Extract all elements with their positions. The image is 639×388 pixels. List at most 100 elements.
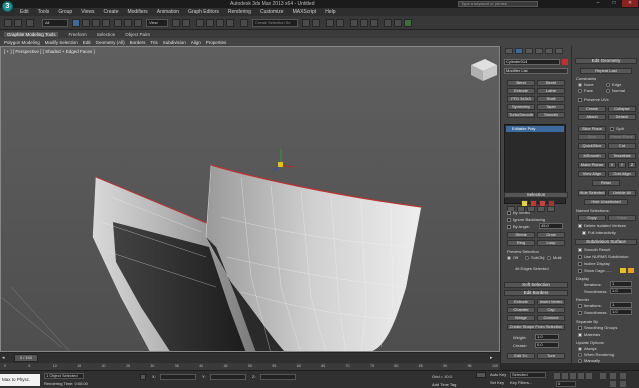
panel-align[interactable]: Align — [191, 40, 201, 45]
update-manually-radio[interactable] — [578, 359, 582, 363]
tab-selection[interactable]: Selection — [97, 32, 116, 37]
constraint-normal-radio[interactable] — [606, 89, 610, 93]
display-iterations-spinner[interactable]: 1 — [610, 281, 632, 287]
edit-geometry-rollout-header[interactable]: Edit Geometry — [575, 58, 637, 64]
schematic-view-icon[interactable] — [360, 19, 368, 27]
modifier-extrude-button[interactable]: Extrude — [507, 88, 535, 94]
copy-button[interactable]: Copy — [578, 215, 606, 221]
modifier-taper-button[interactable]: Taper — [537, 104, 565, 110]
current-frame-field[interactable]: 0 — [556, 381, 576, 387]
preview-off-radio[interactable] — [507, 256, 511, 260]
lock-selection-icon[interactable] — [140, 374, 146, 380]
maximize-button[interactable]: □ — [606, 0, 622, 7]
vertex-subobject-icon[interactable] — [521, 200, 528, 207]
tab-object-paint[interactable]: Object Paint — [125, 32, 150, 37]
tab-graphite-modeling-tools[interactable]: Graphite Modeling Tools — [4, 31, 59, 37]
smoothing-groups-checkbox[interactable] — [578, 326, 582, 330]
planar-y-button[interactable]: Y — [618, 162, 626, 168]
select-object-icon[interactable] — [72, 19, 80, 27]
panel-edit[interactable]: Edit — [83, 40, 91, 45]
x-coord-field[interactable] — [160, 374, 196, 380]
play-icon[interactable] — [570, 373, 576, 379]
rendered-frame-icon[interactable] — [394, 19, 402, 27]
previous-frame-icon[interactable] — [562, 373, 568, 379]
next-frame-icon[interactable] — [578, 373, 584, 379]
set-key-button[interactable]: Set Key — [490, 380, 504, 385]
quickslice-button[interactable]: QuickSlice — [578, 143, 606, 149]
menu-help[interactable]: Help — [325, 9, 335, 15]
constraint-edge-radio[interactable] — [606, 83, 610, 87]
undo-icon[interactable] — [4, 19, 12, 27]
unhide-all-button[interactable]: Unhide All — [608, 190, 636, 196]
panel-geometry-all[interactable]: Geometry (All) — [96, 40, 125, 45]
edge-subobject-icon[interactable] — [530, 200, 537, 207]
key-icon[interactable] — [476, 372, 486, 378]
render-setup-icon[interactable] — [384, 19, 392, 27]
scale-icon[interactable] — [134, 19, 142, 27]
paste-button[interactable]: Paste — [608, 215, 636, 221]
object-name-field[interactable]: Cylinder014 — [504, 59, 560, 65]
hide-unselected-button[interactable]: Hide Unselected — [584, 199, 628, 205]
go-to-start-icon[interactable] — [554, 373, 560, 379]
edit-tri-button[interactable]: Edit Tri. — [507, 353, 535, 359]
by-vertex-checkbox[interactable] — [507, 211, 511, 215]
render-iterations-checkbox[interactable] — [578, 304, 582, 308]
menu-group[interactable]: Group — [58, 9, 72, 15]
graphite-toggle-icon[interactable] — [336, 19, 344, 27]
percent-snap-icon[interactable] — [216, 19, 224, 27]
detach-button[interactable]: Detach — [608, 114, 636, 120]
cut-button[interactable]: Cut — [608, 143, 636, 149]
pan-icon[interactable] — [610, 373, 616, 379]
utilities-tab-icon[interactable] — [555, 48, 563, 54]
maximize-viewport-icon[interactable] — [620, 381, 626, 387]
make-planar-button[interactable]: Make Planar — [578, 162, 606, 168]
stack-item-editable-poly[interactable]: Editable Poly — [506, 126, 564, 132]
y-coord-field[interactable] — [210, 374, 246, 380]
create-shape-from-selection-button[interactable]: Create Shape From Selection — [507, 324, 565, 330]
perspective-viewport[interactable]: [ + ] [ Perspective ] [ Shaded + Edged F… — [0, 46, 500, 352]
constraint-none-radio[interactable] — [578, 83, 582, 87]
auto-key-button[interactable]: Auto Key — [490, 372, 506, 377]
weight-spinner[interactable]: 1.0 — [535, 334, 559, 340]
border-subobject-icon[interactable] — [539, 200, 546, 207]
time-prev-icon[interactable]: ◂ — [2, 355, 5, 361]
key-filters-button[interactable]: Key Filters... — [510, 380, 532, 385]
spinner-snap-icon[interactable] — [226, 19, 234, 27]
object-color-swatch[interactable] — [562, 59, 568, 65]
render-smoothness-checkbox[interactable] — [578, 311, 582, 315]
menu-graph-editors[interactable]: Graph Editors — [188, 9, 219, 15]
modifier-list-dropdown[interactable]: Modifier List — [504, 68, 568, 74]
rectangle-selection-icon[interactable] — [92, 19, 100, 27]
select-by-name-icon[interactable] — [82, 19, 90, 27]
extrude-button[interactable]: Extrude — [507, 299, 535, 305]
shrink-button[interactable]: Shrink — [507, 232, 535, 238]
panel-tris[interactable]: Tris — [150, 40, 157, 45]
manipulate-icon[interactable] — [182, 19, 190, 27]
preview-subobj-radio[interactable] — [525, 256, 529, 260]
panel-polygon-modeling[interactable]: Polygon Modeling — [4, 40, 40, 45]
display-tab-icon[interactable] — [545, 48, 553, 54]
time-slider-thumb[interactable]: 0 / 100 — [14, 354, 38, 362]
move-icon[interactable] — [114, 19, 122, 27]
collapse-button[interactable]: Collapse — [608, 106, 636, 112]
reference-coordinate-dropdown[interactable]: View — [146, 19, 168, 27]
preview-multi-radio[interactable] — [547, 256, 551, 260]
window-crossing-icon[interactable] — [102, 19, 110, 27]
selection-rollout-header[interactable]: Selection — [504, 192, 568, 198]
panel-modify-selection[interactable]: Modify Selection — [45, 40, 78, 45]
time-slider[interactable]: 0 / 100 ◂ ▸ — [0, 352, 500, 363]
create-button[interactable]: Create — [578, 106, 606, 112]
zoom-icon[interactable] — [600, 373, 606, 379]
render-iterations-spinner[interactable]: 1 — [610, 302, 632, 308]
cage-color-swatch-2[interactable] — [628, 268, 634, 273]
time-next-icon[interactable]: ▸ — [490, 355, 493, 361]
pivot-icon[interactable] — [172, 19, 180, 27]
modifier-shell-button[interactable]: Shell — [537, 96, 565, 102]
key-selection-dropdown[interactable]: Selected — [510, 372, 546, 378]
panel-properties[interactable]: Properties — [206, 40, 227, 45]
modifier-ffd-button[interactable]: FFD 3x3x3 — [507, 96, 535, 102]
rotate-icon[interactable] — [124, 19, 132, 27]
selection-filter-dropdown[interactable]: All — [42, 19, 68, 27]
orbit-icon[interactable] — [620, 373, 626, 379]
mirror-icon[interactable] — [302, 19, 310, 27]
